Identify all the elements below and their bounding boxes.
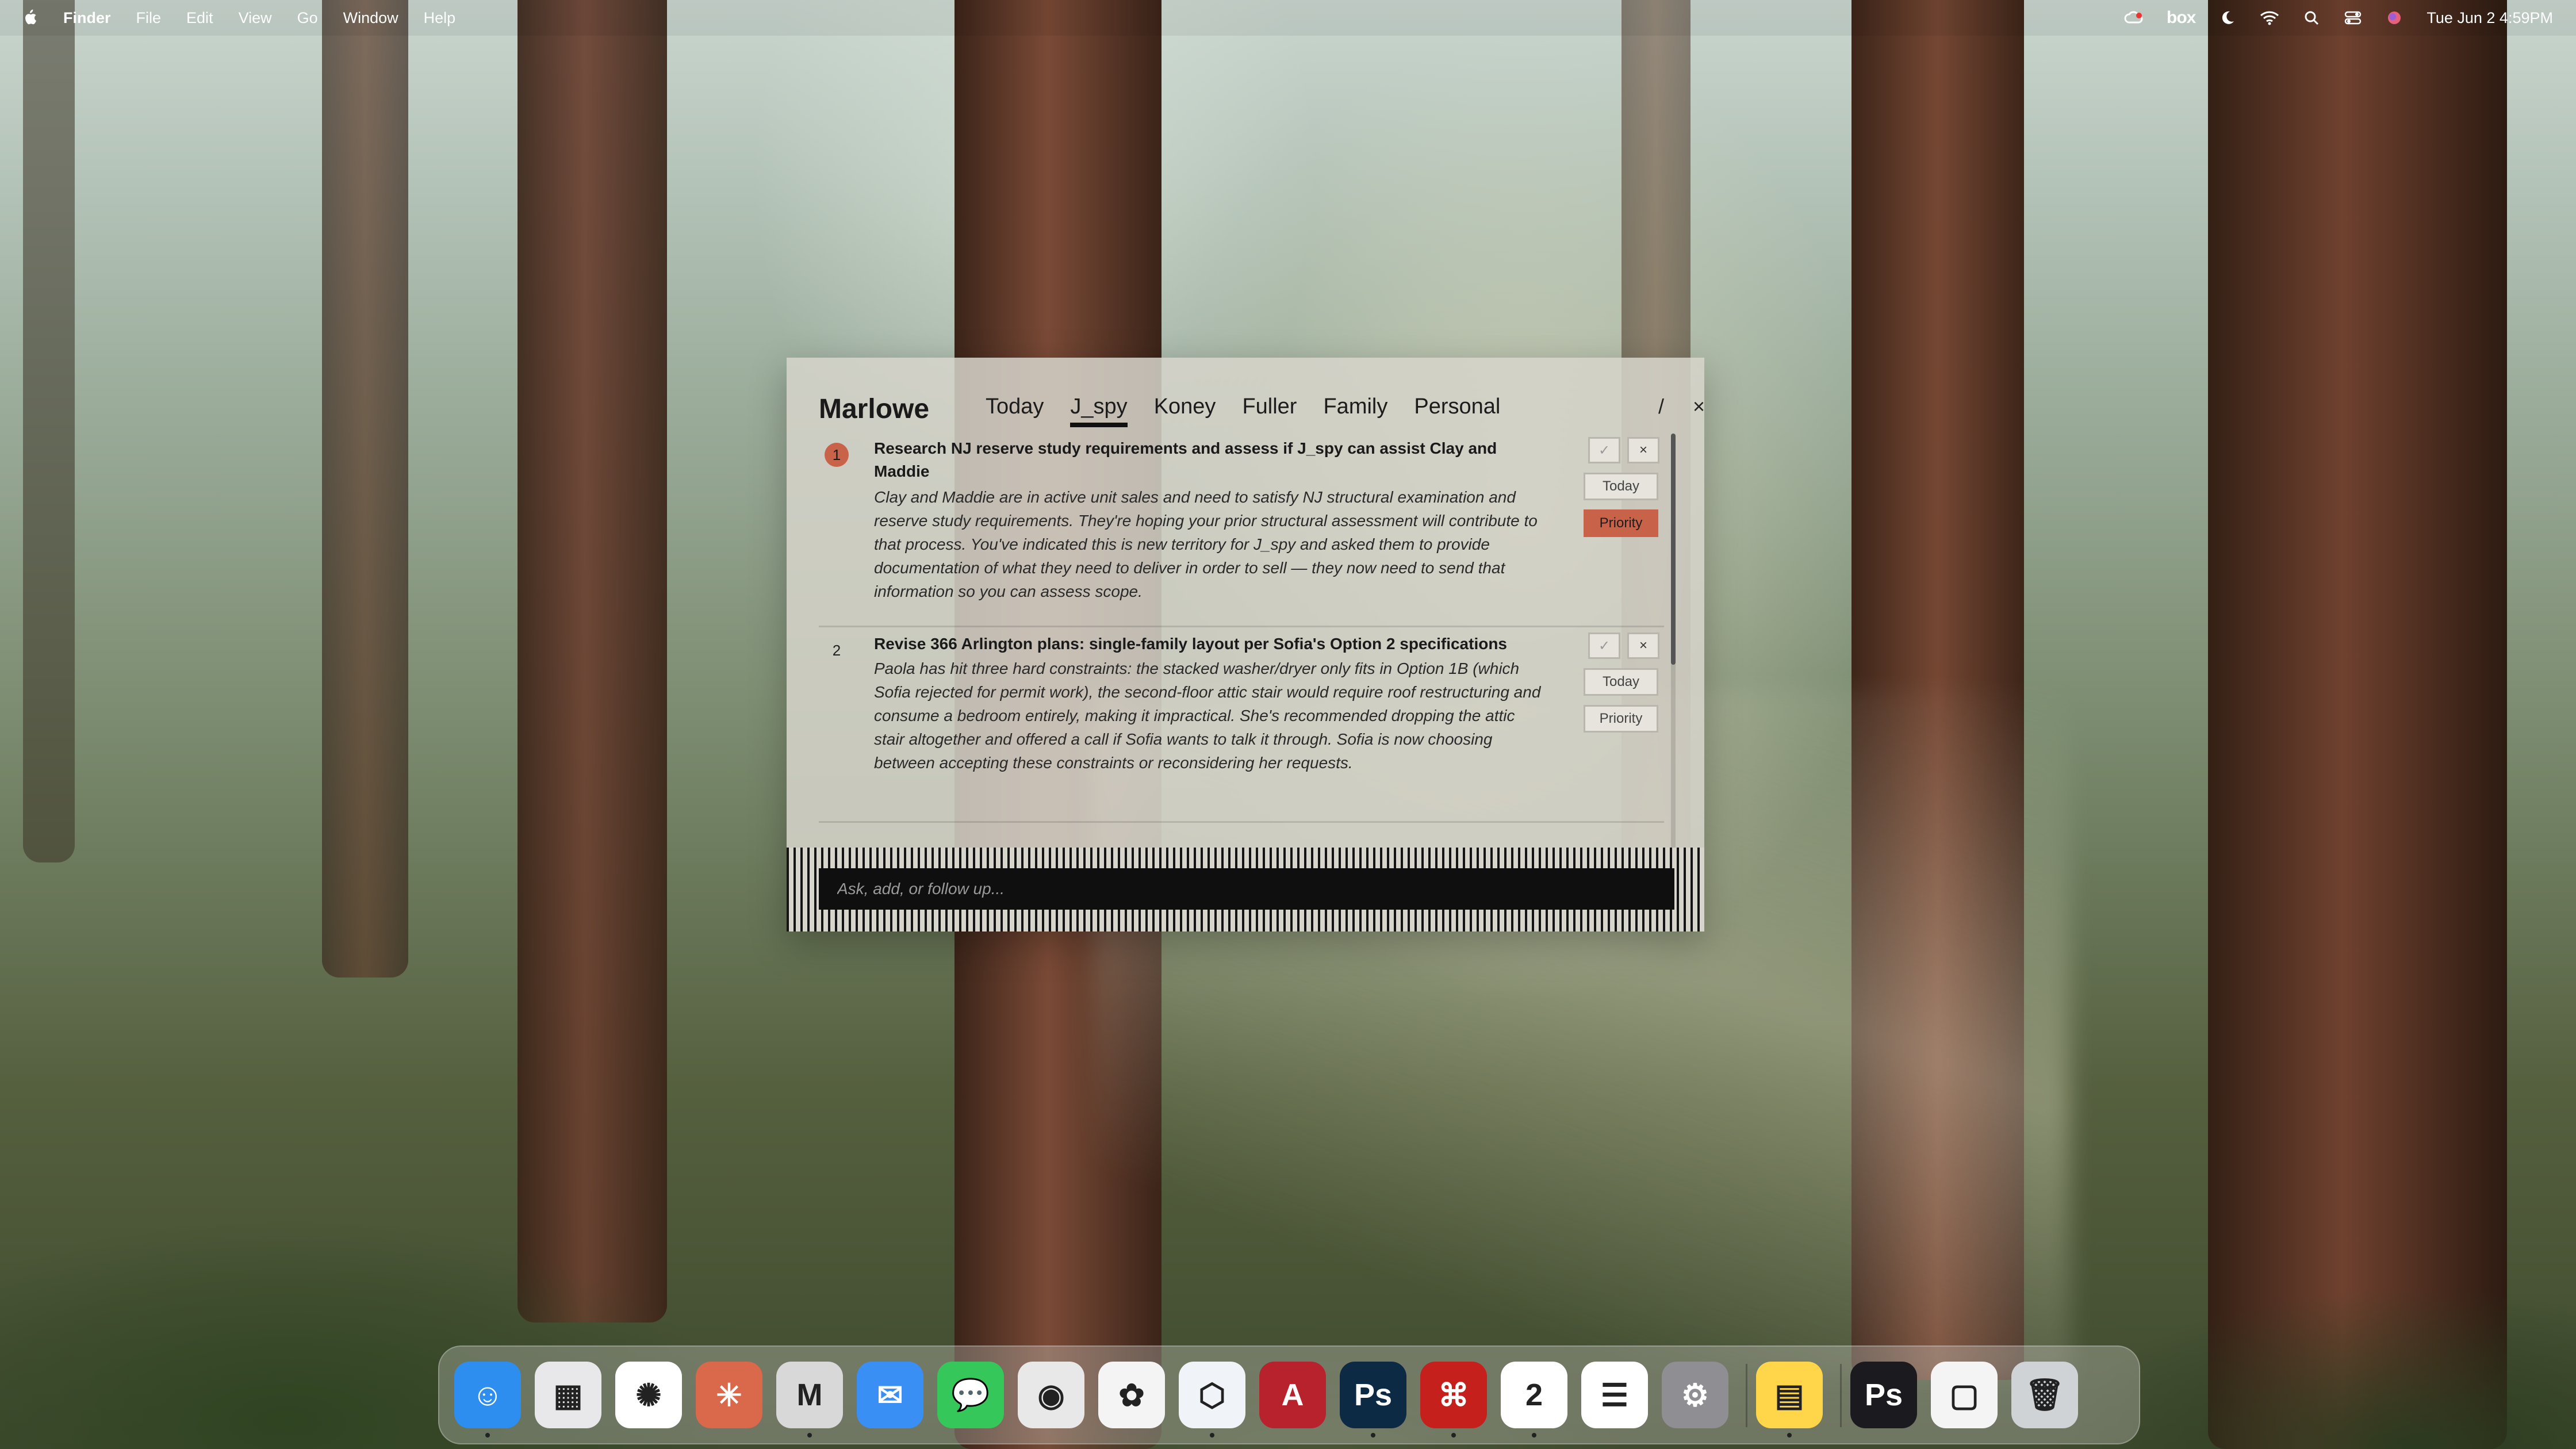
dismiss-x-button[interactable]: ×	[1627, 437, 1659, 463]
control-center-icon[interactable]	[2344, 6, 2362, 29]
task-title: Research NJ reserve study requirements a…	[874, 439, 1497, 480]
box-menu-icon[interactable]: box	[2167, 6, 2196, 29]
slash-command-button[interactable]: /	[1658, 394, 1664, 419]
dock-app-photoshop[interactable]: Ps	[1340, 1362, 1406, 1428]
tab-personal[interactable]: Personal	[1414, 394, 1500, 427]
task-description: Paola has hit three hard constraints: th…	[874, 660, 1541, 772]
menu-clock[interactable]: Tue Jun 2 4:59PM	[2426, 9, 2553, 27]
dock-app-mail[interactable]: ✉	[857, 1362, 923, 1428]
creative-cloud-icon[interactable]	[2124, 6, 2144, 29]
dock: ☺ ▦ ✺ ✳ M ✉ 💬 ◉ ✿ ⬡ A Ps ⌘ 2 ☰ ⚙ ▤ Ps ▢ 🗑	[438, 1346, 2140, 1444]
wifi-icon[interactable]	[2260, 6, 2279, 29]
dock-app-messages[interactable]: 💬	[937, 1362, 1004, 1428]
task-list-scrollbar[interactable]	[1671, 434, 1676, 876]
apple-menu-icon[interactable]	[22, 9, 38, 27]
complete-check-button[interactable]: ✓	[1588, 437, 1620, 463]
menu-view[interactable]: View	[239, 9, 272, 27]
complete-check-button[interactable]: ✓	[1588, 632, 1620, 659]
today-button[interactable]: Today	[1584, 473, 1658, 500]
dock-app-gmail-m[interactable]: M	[776, 1362, 843, 1428]
menu-file[interactable]: File	[136, 9, 162, 27]
spotlight-search-icon[interactable]	[2302, 6, 2321, 29]
menu-window[interactable]: Window	[343, 9, 398, 27]
running-indicator-dot	[1532, 1433, 1536, 1438]
dismiss-x-button[interactable]: ×	[1627, 632, 1659, 659]
running-indicator-dot	[1451, 1433, 1456, 1438]
tab-koney[interactable]: Koney	[1154, 394, 1216, 427]
dock-app-calendar[interactable]: 2	[1501, 1362, 1567, 1428]
dock-app-system-settings[interactable]: ⚙	[1662, 1362, 1728, 1428]
task-item: 2 Revise 366 Arlington plans: single-fam…	[819, 628, 1664, 823]
task-list: 1 Research NJ reserve study requirements…	[819, 432, 1664, 881]
dock-app-reminders[interactable]: ☰	[1581, 1362, 1648, 1428]
dock-app-photoshop-window[interactable]: Ps	[1850, 1362, 1917, 1428]
task-item: 1 Research NJ reserve study requirements…	[819, 432, 1664, 627]
task-description: Clay and Maddie are in active unit sales…	[874, 488, 1538, 600]
tab-j-spy[interactable]: J_spy	[1070, 394, 1128, 427]
dock-app-trash[interactable]: 🗑	[2011, 1362, 2078, 1428]
task-number: 2	[832, 641, 841, 659]
dock-separator	[1840, 1364, 1842, 1427]
project-tabs: Today J_spy Koney Fuller Family Personal	[986, 394, 1500, 427]
close-button[interactable]: ×	[1693, 394, 1704, 419]
scrollbar-thumb[interactable]	[1671, 434, 1676, 665]
dock-app-launchpad[interactable]: ▦	[535, 1362, 601, 1428]
input-area	[787, 848, 1704, 931]
dock-separator	[1746, 1364, 1747, 1427]
ask-input[interactable]	[819, 868, 1674, 910]
menu-go[interactable]: Go	[297, 9, 318, 27]
focus-moon-icon[interactable]	[2218, 6, 2237, 29]
panel-header: Marlowe Today J_spy Koney Fuller Family …	[819, 378, 1704, 436]
dock-app-finder[interactable]: ☺	[454, 1362, 521, 1428]
menu-edit[interactable]: Edit	[186, 9, 213, 27]
dock-app-document-window[interactable]: ▢	[1931, 1362, 1998, 1428]
dock-app-sketchup[interactable]: ⬡	[1179, 1362, 1245, 1428]
tab-fuller[interactable]: Fuller	[1242, 394, 1297, 427]
dock-app-chatgpt[interactable]: ✺	[615, 1362, 682, 1428]
task-title: Revise 366 Arlington plans: single-famil…	[874, 635, 1507, 653]
running-indicator-dot	[1787, 1433, 1792, 1438]
running-indicator-dot	[1210, 1433, 1214, 1438]
today-button[interactable]: Today	[1584, 668, 1658, 696]
menu-app-name[interactable]: Finder	[63, 9, 111, 27]
tab-today[interactable]: Today	[986, 394, 1044, 427]
dock-app-notes[interactable]: ▤	[1756, 1362, 1823, 1428]
app-brand: Marlowe	[819, 394, 930, 424]
menu-bar: Finder File Edit View Go Window Help box…	[0, 0, 2576, 36]
priority-button[interactable]: Priority	[1584, 509, 1658, 537]
siri-icon[interactable]	[2385, 6, 2404, 29]
tab-family[interactable]: Family	[1323, 394, 1387, 427]
running-indicator-dot	[1371, 1433, 1375, 1438]
dock-app-claude[interactable]: ✳	[696, 1362, 762, 1428]
running-indicator-dot	[807, 1433, 812, 1438]
priority-button[interactable]: Priority	[1584, 705, 1658, 733]
menu-help[interactable]: Help	[424, 9, 456, 27]
dock-app-chrome[interactable]: ◉	[1018, 1362, 1084, 1428]
dock-app-autocad-lt[interactable]: A	[1259, 1362, 1326, 1428]
dock-app-photos[interactable]: ✿	[1098, 1362, 1165, 1428]
running-indicator-dot	[485, 1433, 490, 1438]
marlowe-panel: Marlowe Today J_spy Koney Fuller Family …	[787, 358, 1704, 931]
task-number-badge: 1	[825, 443, 849, 467]
dock-app-acrobat[interactable]: ⌘	[1420, 1362, 1487, 1428]
